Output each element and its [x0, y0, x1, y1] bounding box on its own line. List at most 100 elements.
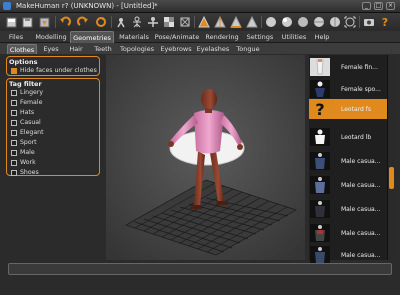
list-item[interactable]: Male casua...: [309, 245, 387, 265]
tab-help[interactable]: Help: [312, 31, 332, 43]
list-item[interactable]: Male casua...: [309, 223, 387, 243]
list-item[interactable]: Male casua...: [309, 199, 387, 219]
tab-pose-animate[interactable]: Pose/Animate: [154, 31, 200, 43]
reset-icon[interactable]: [94, 15, 108, 29]
tab-eyes[interactable]: Eyes: [40, 44, 62, 54]
tag-shoes-checkbox[interactable]: Shoes: [11, 168, 39, 177]
tag-hats-checkbox[interactable]: Hats: [11, 108, 34, 117]
list-item-selected[interactable]: ? Leotard fs: [309, 99, 387, 119]
hide-faces-checkbox[interactable]: Hide faces under clothes: [11, 66, 97, 75]
smooth-icon[interactable]: [114, 15, 128, 29]
new-file-icon[interactable]: [4, 15, 18, 29]
tag-casual-checkbox[interactable]: Casual: [11, 118, 41, 127]
item-label: Male casua...: [341, 229, 381, 237]
item-label: Male casua...: [341, 181, 381, 189]
item-label: Leotard fs: [341, 105, 371, 113]
checkbox-checked-icon: [11, 67, 17, 74]
tag-label: Female: [20, 99, 43, 106]
tag-label: Lingery: [20, 89, 44, 96]
list-item[interactable]: Female fin...: [309, 57, 387, 77]
tab-teeth[interactable]: Teeth: [90, 44, 116, 54]
options-title: Options: [9, 58, 38, 66]
tab-eyelashes[interactable]: Eyelashes: [196, 44, 230, 54]
library-scrollbar[interactable]: [387, 55, 394, 260]
tag-sport-checkbox[interactable]: Sport: [11, 138, 37, 147]
tab-settings[interactable]: Settings: [244, 31, 276, 43]
male-casual-thumbnail: [310, 224, 330, 242]
sphere-side-icon[interactable]: [296, 15, 310, 29]
front-view-icon[interactable]: [178, 15, 192, 29]
reset-camera-icon[interactable]: [343, 15, 357, 29]
svg-text:?: ?: [315, 100, 324, 118]
checkbox-icon: [11, 139, 17, 146]
leotard-lb-thumbnail: [310, 128, 330, 146]
item-label: Leotard lb: [341, 133, 372, 141]
tab-tongue[interactable]: Tongue: [233, 44, 263, 54]
tab-hair[interactable]: Hair: [65, 44, 87, 54]
tag-lingery-checkbox[interactable]: Lingery: [11, 88, 43, 97]
screenshot-icon[interactable]: [362, 15, 376, 29]
redo-icon[interactable]: [76, 15, 90, 29]
bottom-view-icon[interactable]: [264, 15, 278, 29]
checkbox-icon: [11, 109, 17, 116]
tag-label: Sport: [20, 139, 37, 146]
tag-label: Male: [20, 149, 35, 156]
female-spo-thumbnail: [310, 80, 330, 98]
female-fin-thumbnail: [310, 58, 330, 76]
leotard-fs-thumbnail: ?: [310, 100, 330, 118]
tab-files[interactable]: Files: [3, 31, 29, 43]
tab-topologies[interactable]: Topologies: [118, 44, 156, 54]
tab-utilities[interactable]: Utilities: [279, 31, 309, 43]
wireframe-icon[interactable]: [130, 15, 144, 29]
options-group: Options Hide faces under clothes: [6, 56, 100, 76]
item-label: Male casua...: [341, 205, 381, 213]
maximize-button[interactable]: □: [374, 2, 383, 10]
tag-female-checkbox[interactable]: Female: [11, 98, 42, 107]
item-label: Female spo...: [341, 85, 381, 93]
tag-label: Shoes: [20, 169, 39, 176]
right-view-icon[interactable]: [229, 15, 243, 29]
tab-materials[interactable]: Materials: [117, 31, 151, 43]
export-icon[interactable]: [37, 15, 51, 29]
checkbox-icon: [11, 129, 17, 136]
checkbox-icon: [11, 169, 17, 176]
tab-modelling[interactable]: Modelling: [33, 31, 69, 43]
list-item[interactable]: Male casua...: [309, 175, 387, 195]
list-item[interactable]: Leotard lb: [309, 127, 387, 147]
checkbox-icon: [11, 119, 17, 126]
close-button[interactable]: ×: [386, 2, 395, 10]
list-item[interactable]: Male casua...: [309, 151, 387, 171]
tag-label: Work: [20, 159, 36, 166]
item-label: Male casua...: [341, 251, 381, 259]
sphere-bottom-icon[interactable]: [328, 15, 342, 29]
scrollbar-handle[interactable]: [389, 167, 394, 189]
save-icon[interactable]: [20, 15, 34, 29]
tag-label: Casual: [20, 119, 41, 126]
clothes-library-list[interactable]: Female fin... Female spo... ? Leotard fs…: [309, 55, 387, 264]
tag-male-checkbox[interactable]: Male: [11, 148, 35, 157]
list-item[interactable]: Female spo...: [309, 79, 387, 99]
toolbar: ?: [0, 13, 400, 31]
tab-geometries[interactable]: Geometries: [70, 31, 114, 43]
back-view-icon[interactable]: [197, 15, 211, 29]
tag-elegant-checkbox[interactable]: Elegant: [11, 128, 44, 137]
grid-icon[interactable]: [162, 15, 176, 29]
tab-clothes[interactable]: Clothes: [7, 44, 37, 54]
sphere-view-icon[interactable]: [280, 15, 294, 29]
undo-icon[interactable]: [58, 15, 72, 29]
item-label: Female fin...: [341, 63, 378, 71]
help-icon[interactable]: ?: [378, 15, 392, 29]
background-icon[interactable]: [146, 15, 160, 29]
male-casual-thumbnail: [310, 246, 330, 264]
sphere-top-icon[interactable]: [312, 15, 326, 29]
tab-eyebrows[interactable]: Eyebrows: [159, 44, 193, 54]
tag-filter-group: Tag filter Lingery Female Hats Casual El…: [6, 78, 100, 176]
minimize-button[interactable]: _: [362, 2, 371, 10]
checkbox-icon: [11, 159, 17, 166]
tab-rendering[interactable]: Rendering: [203, 31, 241, 43]
top-view-icon[interactable]: [245, 15, 259, 29]
tag-work-checkbox[interactable]: Work: [11, 158, 36, 167]
status-bar: [8, 263, 392, 275]
left-view-icon[interactable]: [213, 15, 227, 29]
3d-viewport[interactable]: [106, 55, 305, 260]
